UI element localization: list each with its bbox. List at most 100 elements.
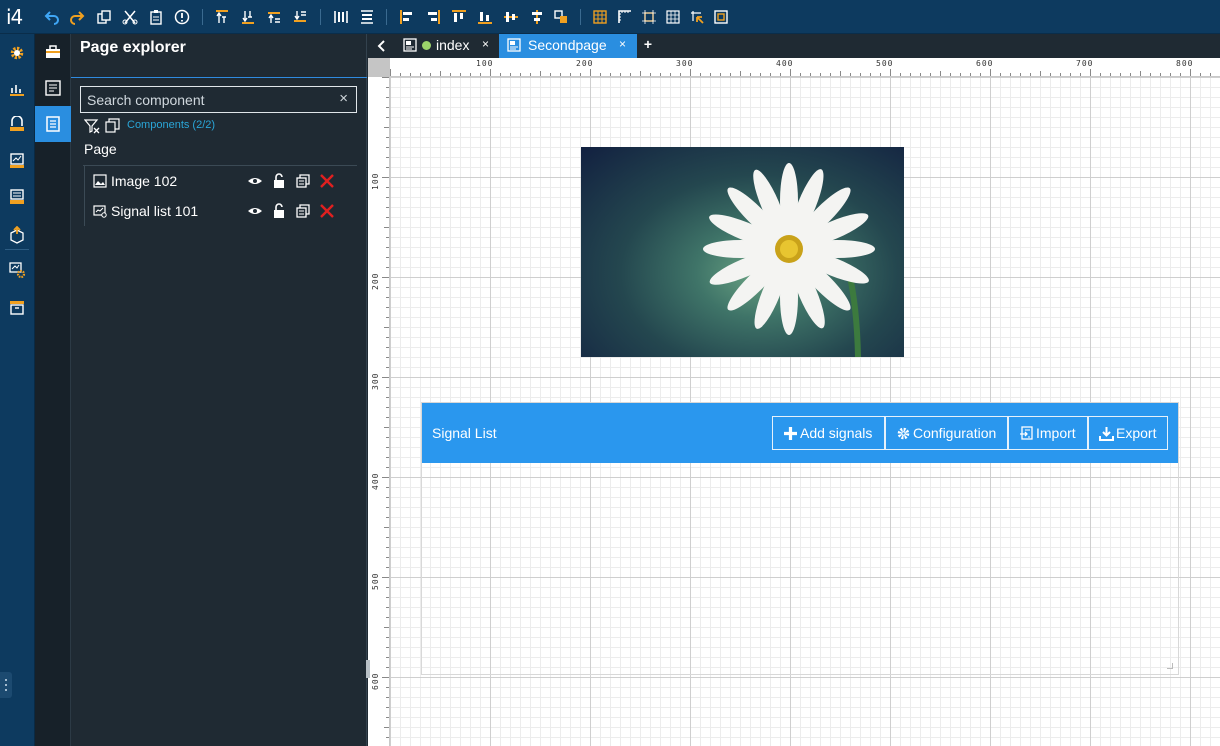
ruler-tick bbox=[386, 497, 389, 498]
page-explorer-icon[interactable] bbox=[35, 106, 71, 142]
align-center-icon[interactable] bbox=[529, 9, 545, 25]
ruler-tick bbox=[386, 737, 389, 738]
copy-component-icon[interactable] bbox=[295, 173, 311, 189]
ruler-tick bbox=[670, 73, 671, 76]
configuration-button[interactable]: Configuration bbox=[885, 416, 1008, 450]
duplicate-icon[interactable] bbox=[105, 118, 121, 134]
bring-forward-icon[interactable] bbox=[266, 9, 282, 25]
dashboard-icon[interactable] bbox=[8, 80, 26, 98]
ruler-tick bbox=[386, 237, 389, 238]
grid-icon[interactable] bbox=[592, 9, 608, 25]
tab-index[interactable]: index × bbox=[395, 34, 499, 58]
visibility-eye-icon[interactable] bbox=[247, 203, 263, 219]
send-to-back-icon[interactable] bbox=[240, 9, 256, 25]
align-top-icon[interactable] bbox=[451, 9, 467, 25]
archive-icon[interactable] bbox=[8, 298, 26, 316]
ruler-tick bbox=[640, 71, 641, 76]
add-signals-button[interactable]: Add signals bbox=[772, 416, 885, 450]
align-bottom-icon[interactable] bbox=[477, 9, 493, 25]
ruler-tick bbox=[386, 597, 389, 598]
redo-icon[interactable] bbox=[69, 9, 85, 25]
ruler-tick bbox=[400, 73, 401, 76]
device-icon[interactable] bbox=[8, 116, 26, 134]
monitor-icon[interactable] bbox=[8, 188, 26, 206]
panel-icon[interactable] bbox=[8, 152, 26, 170]
signal-list-component[interactable]: Signal List Add signals Configuration Im… bbox=[421, 402, 1179, 675]
ruler-icon[interactable] bbox=[617, 9, 633, 25]
bring-to-front-icon[interactable] bbox=[214, 9, 230, 25]
ruler-tick bbox=[386, 617, 389, 618]
undo-icon[interactable] bbox=[44, 9, 60, 25]
copy-icon[interactable] bbox=[96, 9, 112, 25]
clear-filter-icon[interactable] bbox=[83, 118, 100, 134]
ruler-tick bbox=[990, 69, 991, 76]
paste-icon[interactable] bbox=[148, 9, 164, 25]
components-count[interactable]: Components (2/2) bbox=[127, 119, 215, 131]
panel-resize-handle[interactable] bbox=[0, 672, 12, 698]
close-tab-icon[interactable]: × bbox=[482, 37, 489, 51]
splitter-handle[interactable] bbox=[366, 660, 370, 678]
top-toolbar: i4 bbox=[0, 0, 1220, 34]
info-icon[interactable] bbox=[174, 9, 190, 25]
table-icon[interactable] bbox=[665, 9, 681, 25]
delete-icon[interactable] bbox=[319, 173, 335, 189]
visibility-eye-icon[interactable] bbox=[247, 173, 263, 189]
editor-tools-rail bbox=[35, 34, 71, 746]
ruler-tick bbox=[560, 73, 561, 76]
import-button[interactable]: Import bbox=[1008, 416, 1088, 450]
ruler-tick-label: 400 bbox=[776, 59, 794, 68]
toolbox-icon[interactable] bbox=[35, 34, 71, 70]
ruler-tick bbox=[690, 69, 691, 76]
design-canvas[interactable]: 100 200 300 400 500 600 700 800 100 200 300 400 500… bbox=[368, 58, 1220, 746]
pointer-icon[interactable] bbox=[689, 9, 705, 25]
unlock-icon[interactable] bbox=[271, 173, 287, 189]
tab-secondpage[interactable]: Secondpage × bbox=[499, 34, 637, 58]
button-label: Configuration bbox=[913, 425, 997, 441]
cut-icon[interactable] bbox=[122, 9, 138, 25]
delete-icon[interactable] bbox=[319, 203, 335, 219]
snap-icon[interactable] bbox=[641, 9, 657, 25]
search-component-input[interactable] bbox=[87, 91, 327, 109]
send-backward-icon[interactable] bbox=[292, 9, 308, 25]
same-size-icon[interactable] bbox=[553, 9, 569, 25]
unlock-icon[interactable] bbox=[271, 203, 287, 219]
ruler-tick bbox=[386, 467, 389, 468]
system-settings-icon[interactable] bbox=[8, 261, 26, 279]
ruler-tick bbox=[790, 69, 791, 76]
ruler-tick bbox=[970, 73, 971, 76]
ruler-tick bbox=[940, 71, 941, 76]
align-middle-icon[interactable] bbox=[503, 9, 519, 25]
ruler-tick bbox=[386, 137, 389, 138]
ruler-tick bbox=[386, 407, 389, 408]
signal-list-header: Signal List Add signals Configuration Im… bbox=[422, 403, 1178, 463]
tree-item-signal-list-101[interactable]: Signal list 101 bbox=[91, 197, 357, 225]
clear-search-icon[interactable]: × bbox=[339, 90, 348, 107]
ruler-tick bbox=[540, 71, 541, 76]
ruler-tick bbox=[1130, 73, 1131, 76]
ruler-tick bbox=[386, 97, 389, 98]
ruler-tick bbox=[850, 73, 851, 76]
add-page-button[interactable]: + bbox=[638, 36, 658, 56]
tree-item-image-102[interactable]: Image 102 bbox=[91, 167, 357, 195]
ruler-tick bbox=[550, 73, 551, 76]
export-button[interactable]: Export bbox=[1088, 416, 1168, 450]
ruler-tick-label: 600 bbox=[371, 672, 380, 690]
properties-icon[interactable] bbox=[35, 70, 71, 106]
package-upload-icon[interactable] bbox=[8, 226, 26, 244]
copy-component-icon[interactable] bbox=[295, 203, 311, 219]
page-node-label[interactable]: Page bbox=[84, 141, 117, 157]
signal-list-title: Signal List bbox=[432, 425, 497, 441]
align-right-icon[interactable] bbox=[425, 9, 441, 25]
resize-handle[interactable] bbox=[1167, 663, 1173, 669]
distribute-horizontal-icon[interactable] bbox=[333, 9, 349, 25]
toolbar-separator bbox=[386, 9, 387, 25]
ruler-tick bbox=[1000, 73, 1001, 76]
image-component-daisy[interactable] bbox=[581, 147, 904, 357]
fit-screen-icon[interactable] bbox=[713, 9, 729, 25]
distribute-vertical-icon[interactable] bbox=[359, 9, 375, 25]
settings-gear-icon[interactable] bbox=[8, 44, 26, 62]
ruler-tick bbox=[1010, 73, 1011, 76]
close-tab-icon[interactable]: × bbox=[619, 37, 626, 51]
chevron-left-icon[interactable] bbox=[368, 34, 394, 58]
align-left-icon[interactable] bbox=[399, 9, 415, 25]
